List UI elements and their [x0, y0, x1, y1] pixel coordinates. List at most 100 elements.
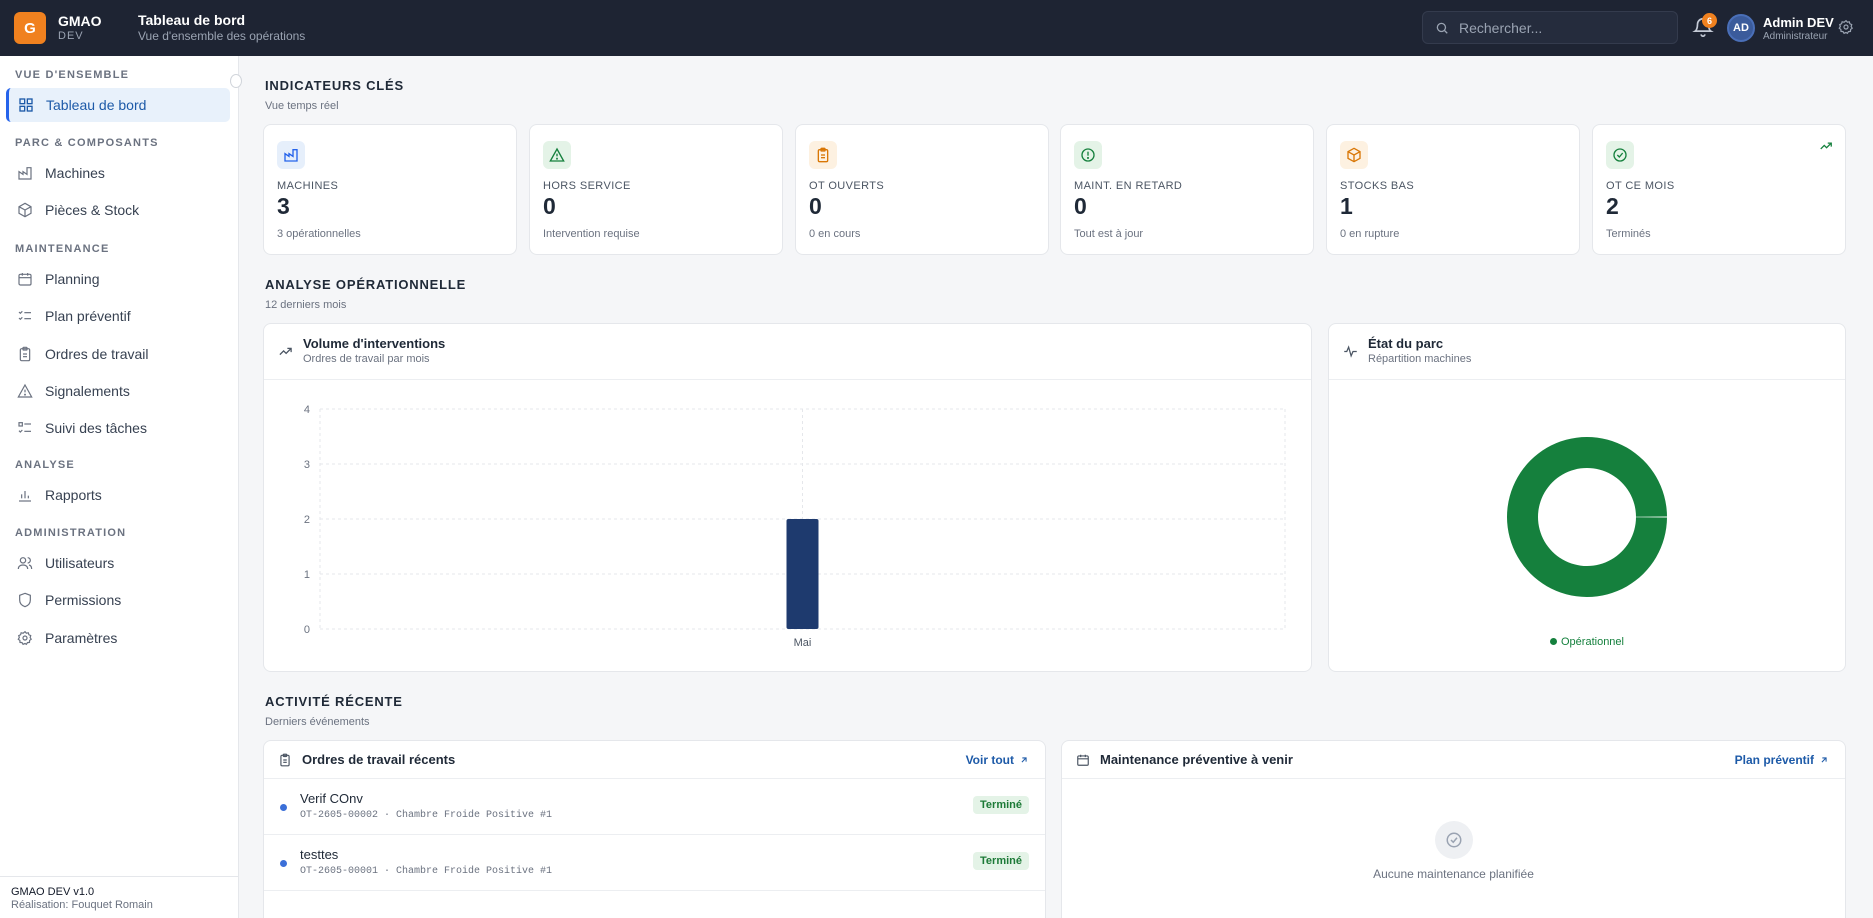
kpi-value: 3 [277, 193, 290, 219]
sidebar-footer: GMAO DEV v1.0 Réalisation: Fouquet Romai… [0, 876, 239, 918]
notification-badge: 6 [1702, 13, 1717, 28]
status-dot [280, 804, 287, 811]
pie-slice[interactable] [1507, 437, 1667, 597]
card-header: Ordres de travail récents Voir tout [264, 741, 1045, 779]
page-subtitle: Vue d'ensemble des opérations [138, 29, 306, 43]
bar [786, 519, 819, 629]
empty-state-text: Aucune maintenance planifiée [1373, 867, 1534, 881]
gear-icon [17, 630, 33, 646]
search-input[interactable] [1459, 19, 1659, 36]
empty-check-icon [1435, 821, 1473, 859]
sidebar-item-settings[interactable]: Paramètres [6, 621, 230, 655]
sidebar-item-label: Pièces & Stock [45, 202, 140, 218]
factory-icon [277, 141, 305, 169]
legend-label: Opérationnel [1561, 636, 1624, 648]
warning-icon [17, 383, 33, 398]
kpi-label: STOCKS BAS [1340, 180, 1415, 192]
kpi-card-machines[interactable]: MACHINES 3 3 opérationnelles [263, 124, 517, 255]
kpi-value: 0 [543, 193, 556, 219]
preventive-maintenance-card: Maintenance préventive à venir Plan prév… [1061, 740, 1846, 918]
work-order-row[interactable]: Verif COnv OT-2605-00002 · Chambre Froid… [264, 779, 1045, 835]
view-all-link[interactable]: Voir tout [966, 753, 1029, 767]
volume-chart-card: Volume d'interventions Ordres de travail… [263, 323, 1312, 672]
kpi-card-open-work-orders[interactable]: OT OUVERTS 0 0 en cours [795, 124, 1049, 255]
sidebar-section-title: MAINTENANCE [15, 243, 110, 255]
kpi-card-late-maintenance[interactable]: MAINT. EN RETARD 0 Tout est à jour [1060, 124, 1314, 255]
work-order-title: testtes [300, 847, 339, 862]
sidebar-item-reports-issues[interactable]: Signalements [6, 374, 230, 408]
kpi-label: MACHINES [277, 180, 339, 192]
work-order-title: Verif COnv [300, 791, 363, 806]
sidebar-item-work-orders[interactable]: Ordres de travail [6, 337, 230, 371]
sidebar-item-permissions[interactable]: Permissions [6, 583, 230, 617]
calendar-icon [1077, 754, 1089, 766]
shield-icon [19, 592, 31, 608]
settings-gear-icon[interactable] [1838, 19, 1854, 35]
user-info[interactable]: Admin DEV Administrateur [1763, 15, 1834, 43]
kpi-card-work-orders-month[interactable]: OT CE MOIS 2 Terminés [1592, 124, 1846, 255]
kpi-subtext: Intervention requise [543, 228, 640, 240]
card-title: Ordres de travail récents [302, 752, 456, 767]
brand[interactable]: G GMAO DEV [0, 0, 138, 56]
top-bar: G GMAO DEV Tableau de bord Vue d'ensembl… [0, 0, 1873, 56]
preventive-plan-link[interactable]: Plan préventif [1735, 753, 1829, 767]
arrow-up-right-icon [1821, 757, 1827, 763]
bar-chart-icon [19, 491, 31, 502]
kpi-subtext: 3 opérationnelles [277, 228, 361, 240]
work-order-meta: OT-2605-00001 · Chambre Froide Positive … [300, 866, 553, 877]
card-title: État du parc [1368, 336, 1444, 351]
arrow-up-right-icon [1021, 757, 1027, 763]
brand-name: GMAO [58, 13, 102, 29]
sidebar-item-dashboard[interactable]: Tableau de bord [6, 88, 230, 122]
analysis-section-subtitle: 12 derniers mois [265, 299, 347, 311]
sidebar-item-planning[interactable]: Planning [6, 262, 230, 296]
sidebar-item-label: Planning [45, 271, 100, 287]
fleet-donut-chart [1507, 437, 1667, 597]
kpi-value: 0 [1074, 193, 1087, 219]
sidebar-section-title: ANALYSE [15, 459, 75, 471]
kpi-subtext: 0 en rupture [1340, 228, 1400, 240]
sidebar-item-users[interactable]: Utilisateurs [6, 546, 230, 580]
sidebar-collapse-button[interactable] [230, 74, 242, 88]
trend-up-icon [1820, 142, 1832, 150]
clipboard-icon [809, 141, 837, 169]
kpi-card-out-of-service[interactable]: HORS SERVICE 0 Intervention requise [529, 124, 783, 255]
card-subtitle: Ordres de travail par mois [303, 353, 430, 365]
kpi-section-title: INDICATEURS CLÉS [265, 78, 404, 93]
analysis-section-title: ANALYSE OPÉRATIONNELLE [265, 277, 467, 292]
app-version: GMAO DEV v1.0 [11, 886, 95, 898]
kpi-label: HORS SERVICE [543, 180, 631, 192]
kpi-card-low-stock[interactable]: STOCKS BAS 1 0 en rupture [1326, 124, 1580, 255]
card-title: Volume d'interventions [303, 336, 446, 351]
card-subtitle: Répartition machines [1368, 353, 1472, 365]
page-header: Tableau de bord Vue d'ensemble des opéra… [138, 12, 305, 44]
sidebar-item-label: Plan préventif [45, 308, 131, 324]
preventive-plan-label: Plan préventif [1734, 753, 1814, 767]
work-order-row[interactable]: testtes OT-2605-00001 · Chambre Froide P… [264, 835, 1045, 891]
user-role: Administrateur [1763, 31, 1828, 42]
alert-circle-icon [1074, 141, 1102, 169]
box-icon [18, 202, 32, 218]
sidebar-section-title: VUE D'ENSEMBLE [15, 69, 130, 81]
sidebar-item-label: Rapports [45, 487, 102, 503]
users-icon [17, 557, 33, 570]
avatar[interactable]: AD [1727, 14, 1755, 42]
sidebar-item-task-tracking[interactable]: Suivi des tâches [6, 411, 230, 445]
trend-up-icon [279, 347, 292, 356]
check-circle-icon [1606, 141, 1634, 169]
sidebar-item-preventive-plan[interactable]: Plan préventif [6, 299, 230, 333]
sidebar-item-parts-stock[interactable]: Pièces & Stock [6, 193, 230, 227]
calendar-icon [18, 273, 32, 286]
card-header: Volume d'interventions Ordres de travail… [264, 324, 1311, 380]
recent-work-orders-card: Ordres de travail récents Voir tout Veri… [263, 740, 1046, 918]
app-credit: Réalisation: Fouquet Romain [11, 899, 153, 911]
clipboard-icon [280, 753, 290, 766]
sidebar-item-reports[interactable]: Rapports [6, 478, 230, 512]
activity-icon [1344, 345, 1357, 358]
clipboard-icon [19, 346, 31, 362]
sidebar-item-machines[interactable]: Machines [6, 156, 230, 190]
page-title: Tableau de bord [138, 12, 246, 28]
activity-section-title: ACTIVITÉ RÉCENTE [265, 694, 403, 709]
search-box[interactable] [1422, 11, 1678, 44]
kpi-label: OT CE MOIS [1606, 180, 1675, 192]
